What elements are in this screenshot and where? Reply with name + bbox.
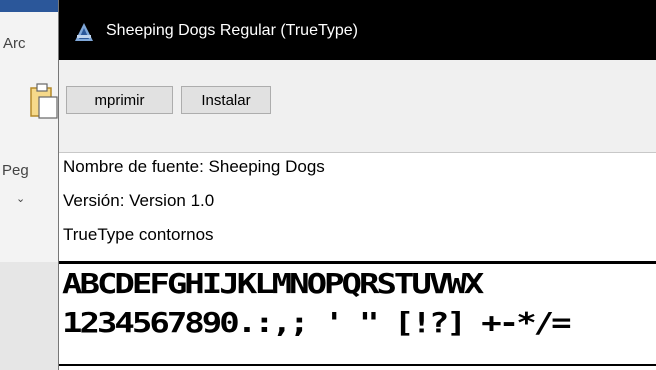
font-file-icon [75,23,93,41]
window-title: Sheeping Dogs Regular (TrueType) [106,22,358,39]
toolbar: mprimir Instalar [59,60,656,153]
sample-digits-punctuation: 1234567890.:,; ' " [!?] +-*/= [62,307,572,339]
divider [59,364,656,366]
chevron-down-icon[interactable]: ⌄ [16,192,25,205]
font-viewer-window: Sheeping Dogs Regular (TrueType) mprimir… [58,0,656,370]
font-version-line: Versión: Version 1.0 [63,191,215,210]
font-type-line: TrueType contornos [63,225,214,244]
background-menu-item[interactable]: Arc [3,35,26,52]
font-name-line: Nombre de fuente: Sheeping Dogs [63,157,325,176]
divider [59,261,656,264]
paste-icon[interactable] [30,83,58,119]
install-button[interactable]: Instalar [181,86,271,114]
sample-alphabet: ABCDEFGHIJKLMNOPQRSTUVWX [62,268,484,300]
paste-label[interactable]: Peg [2,162,29,179]
title-bar[interactable]: Sheeping Dogs Regular (TrueType) [59,0,656,60]
background-app-titlebar [0,0,64,12]
background-app: Arc Peg ⌄ [0,0,64,370]
print-button[interactable]: mprimir [66,86,173,114]
background-app-area [0,262,64,370]
